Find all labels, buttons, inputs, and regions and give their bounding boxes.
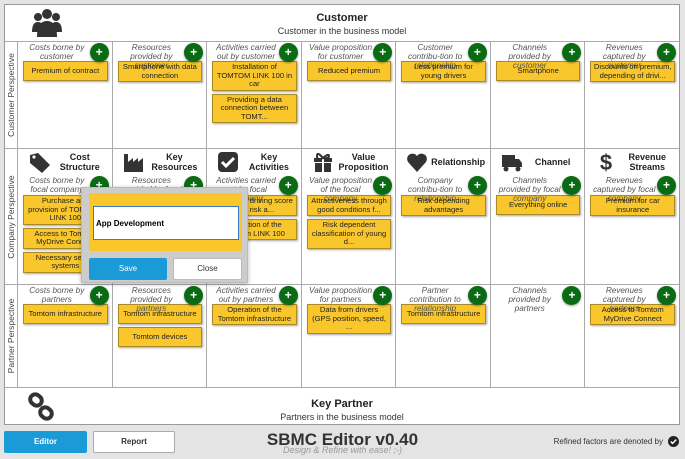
add-factor-button[interactable]: + bbox=[278, 43, 298, 62]
building-block-heading: Channel bbox=[494, 149, 582, 175]
svg-text:$: $ bbox=[600, 151, 612, 173]
add-factor-button[interactable]: + bbox=[657, 176, 677, 195]
factor-card[interactable]: Risk dependent classification of young d… bbox=[306, 219, 392, 249]
perspective-label-text: Partner Perspective bbox=[6, 298, 16, 374]
users-icon bbox=[32, 9, 62, 37]
building-block-title: Relationship bbox=[431, 157, 486, 167]
add-factor-button[interactable]: + bbox=[467, 286, 487, 305]
building-block-heading: Value Proposition bbox=[305, 149, 393, 175]
customer-subtitle: Customer in the business model bbox=[277, 26, 407, 36]
refined-legend-text: Refined factors are denoted by bbox=[553, 437, 663, 446]
canvas-cell: Channels provided by customer + Smartphone bbox=[491, 42, 586, 148]
building-block-heading: Cost Structure bbox=[21, 149, 109, 175]
add-factor-button[interactable]: + bbox=[89, 43, 109, 62]
building-block-heading: $ Revenue Streams bbox=[588, 149, 676, 175]
factor-card[interactable]: Providing a data connection between TOMT… bbox=[212, 93, 297, 123]
perspective-label: Partner Perspective bbox=[5, 285, 18, 387]
dollar-icon: $ bbox=[600, 151, 612, 173]
building-block-title: Cost Structure bbox=[59, 152, 100, 172]
perspective-label: Customer Perspective bbox=[5, 42, 18, 148]
canvas-cell: Activities carried out by partners + Opera… bbox=[207, 285, 302, 387]
canvas-cell: Revenues captured by customer + Discounts … bbox=[585, 42, 679, 148]
factor-card[interactable]: Operation of the Tomtom infrastructure bbox=[212, 304, 297, 325]
factor-card[interactable]: Reduced premium bbox=[306, 61, 392, 81]
building-block-heading: Relationship bbox=[399, 149, 487, 175]
canvas-cell: Channel Channels provided by focal compan… bbox=[491, 149, 586, 284]
perspective-label-text: Customer Perspective bbox=[6, 53, 16, 137]
add-factor-button[interactable]: + bbox=[278, 286, 298, 305]
canvas-cell: Customer contribu-tion to relationship + L… bbox=[396, 42, 491, 148]
factor-card[interactable]: Attractiveness through good conditions f… bbox=[306, 195, 392, 216]
building-block-title: Revenue Streams bbox=[628, 152, 667, 172]
factor-card-editor bbox=[89, 193, 242, 251]
truck-icon bbox=[501, 155, 522, 172]
customer-band: Customer Customer in the business model bbox=[5, 5, 679, 41]
key-partner-band: Key Partner Partners in the business mod… bbox=[5, 387, 679, 425]
chain-link-icon bbox=[28, 392, 54, 421]
factor-card[interactable]: Risk depending advantages bbox=[401, 195, 486, 216]
canvas-cell: Resources provided by partners + Tomtom in… bbox=[113, 285, 208, 387]
canvas-cell: Costs borne by partners + Tomtom infrastru… bbox=[18, 285, 113, 387]
factor-card[interactable]: Less premium for young drivers bbox=[401, 61, 486, 82]
key-partner-subtitle: Partners in the business model bbox=[280, 412, 404, 422]
canvas-cell: Relationship Company contribu-tion to rel… bbox=[396, 149, 491, 284]
add-factor-button[interactable]: + bbox=[278, 176, 298, 195]
key-partner-title: Key Partner bbox=[311, 398, 373, 410]
factor-card[interactable]: Premium for car insurance bbox=[590, 195, 676, 216]
factor-card[interactable]: Tomtom infrastructure bbox=[23, 304, 108, 324]
close-button[interactable]: Close bbox=[173, 258, 242, 280]
factor-card[interactable]: Tomtom devices bbox=[117, 327, 203, 347]
tags-icon bbox=[30, 153, 50, 173]
factor-card[interactable]: Access to Tomtom MyDrive Connect bbox=[590, 304, 676, 325]
factor-card[interactable]: Smartphone with data connection bbox=[117, 61, 203, 82]
checkbox-icon bbox=[218, 152, 239, 172]
building-block-title: Channel bbox=[534, 157, 571, 167]
add-factor-button[interactable]: + bbox=[89, 286, 109, 305]
canvas-cell: Value Proposition Value proposition of th… bbox=[302, 149, 397, 284]
canvas-cell: Value proposition for customer + Reduced p… bbox=[302, 42, 397, 148]
add-factor-button[interactable]: + bbox=[657, 43, 677, 62]
factory-icon bbox=[123, 154, 143, 172]
canvas-cell: Value proposition for partners + Data from… bbox=[302, 285, 397, 387]
building-block-title: Key Resources bbox=[151, 152, 198, 172]
perspective-label: Company Perspective bbox=[5, 149, 18, 284]
add-factor-button[interactable]: + bbox=[467, 43, 487, 62]
gift-icon bbox=[313, 152, 332, 172]
refined-legend: Refined factors are denoted by bbox=[554, 436, 679, 447]
factor-card[interactable]: Data from drivers (GPS position, speed, … bbox=[306, 304, 392, 334]
perspective-row: Partner Perspective Costs borne by partne… bbox=[5, 284, 679, 387]
factor-card[interactable]: Installation of TOMTOM LINK 100 in car bbox=[212, 61, 297, 91]
add-factor-button[interactable]: + bbox=[467, 176, 487, 195]
building-block-heading: Key Resources bbox=[116, 149, 204, 175]
perspective-row: Customer Perspective Costs borne by custo… bbox=[5, 41, 679, 148]
canvas-cell: Revenues captured by partners + Access to … bbox=[585, 285, 679, 387]
factor-card[interactable]: Premium of contract bbox=[23, 61, 108, 81]
save-button[interactable]: Save bbox=[89, 258, 167, 280]
customer-title: Customer bbox=[316, 12, 368, 24]
add-factor-button[interactable]: + bbox=[657, 286, 677, 305]
edit-factor-dialog: Save Close bbox=[81, 187, 248, 283]
canvas-cell: Activities carried out by customer + Insta… bbox=[207, 42, 302, 148]
building-block-title: Value Proposition bbox=[338, 152, 389, 172]
factor-text-input[interactable] bbox=[93, 206, 239, 240]
canvas-cell: Channels provided by partners + bbox=[491, 285, 586, 387]
perspective-label-text: Company Perspective bbox=[6, 174, 16, 259]
heart-icon bbox=[407, 153, 428, 172]
building-block-title: Key Activities bbox=[248, 152, 289, 172]
canvas-cell: Resources provided by customer + Smartphon… bbox=[113, 42, 208, 148]
canvas-cell: Costs borne by customer + Premium of contr… bbox=[18, 42, 113, 148]
factor-card[interactable]: Discounts on premium, depending of drivi… bbox=[590, 61, 676, 82]
canvas-cell: $ Revenue Streams Revenues captured by foc… bbox=[585, 149, 679, 284]
building-block-heading: Key Activities bbox=[210, 149, 298, 175]
canvas-cell: Partner contribution to relationship + Tom… bbox=[396, 285, 491, 387]
check-circle-icon bbox=[668, 436, 679, 447]
